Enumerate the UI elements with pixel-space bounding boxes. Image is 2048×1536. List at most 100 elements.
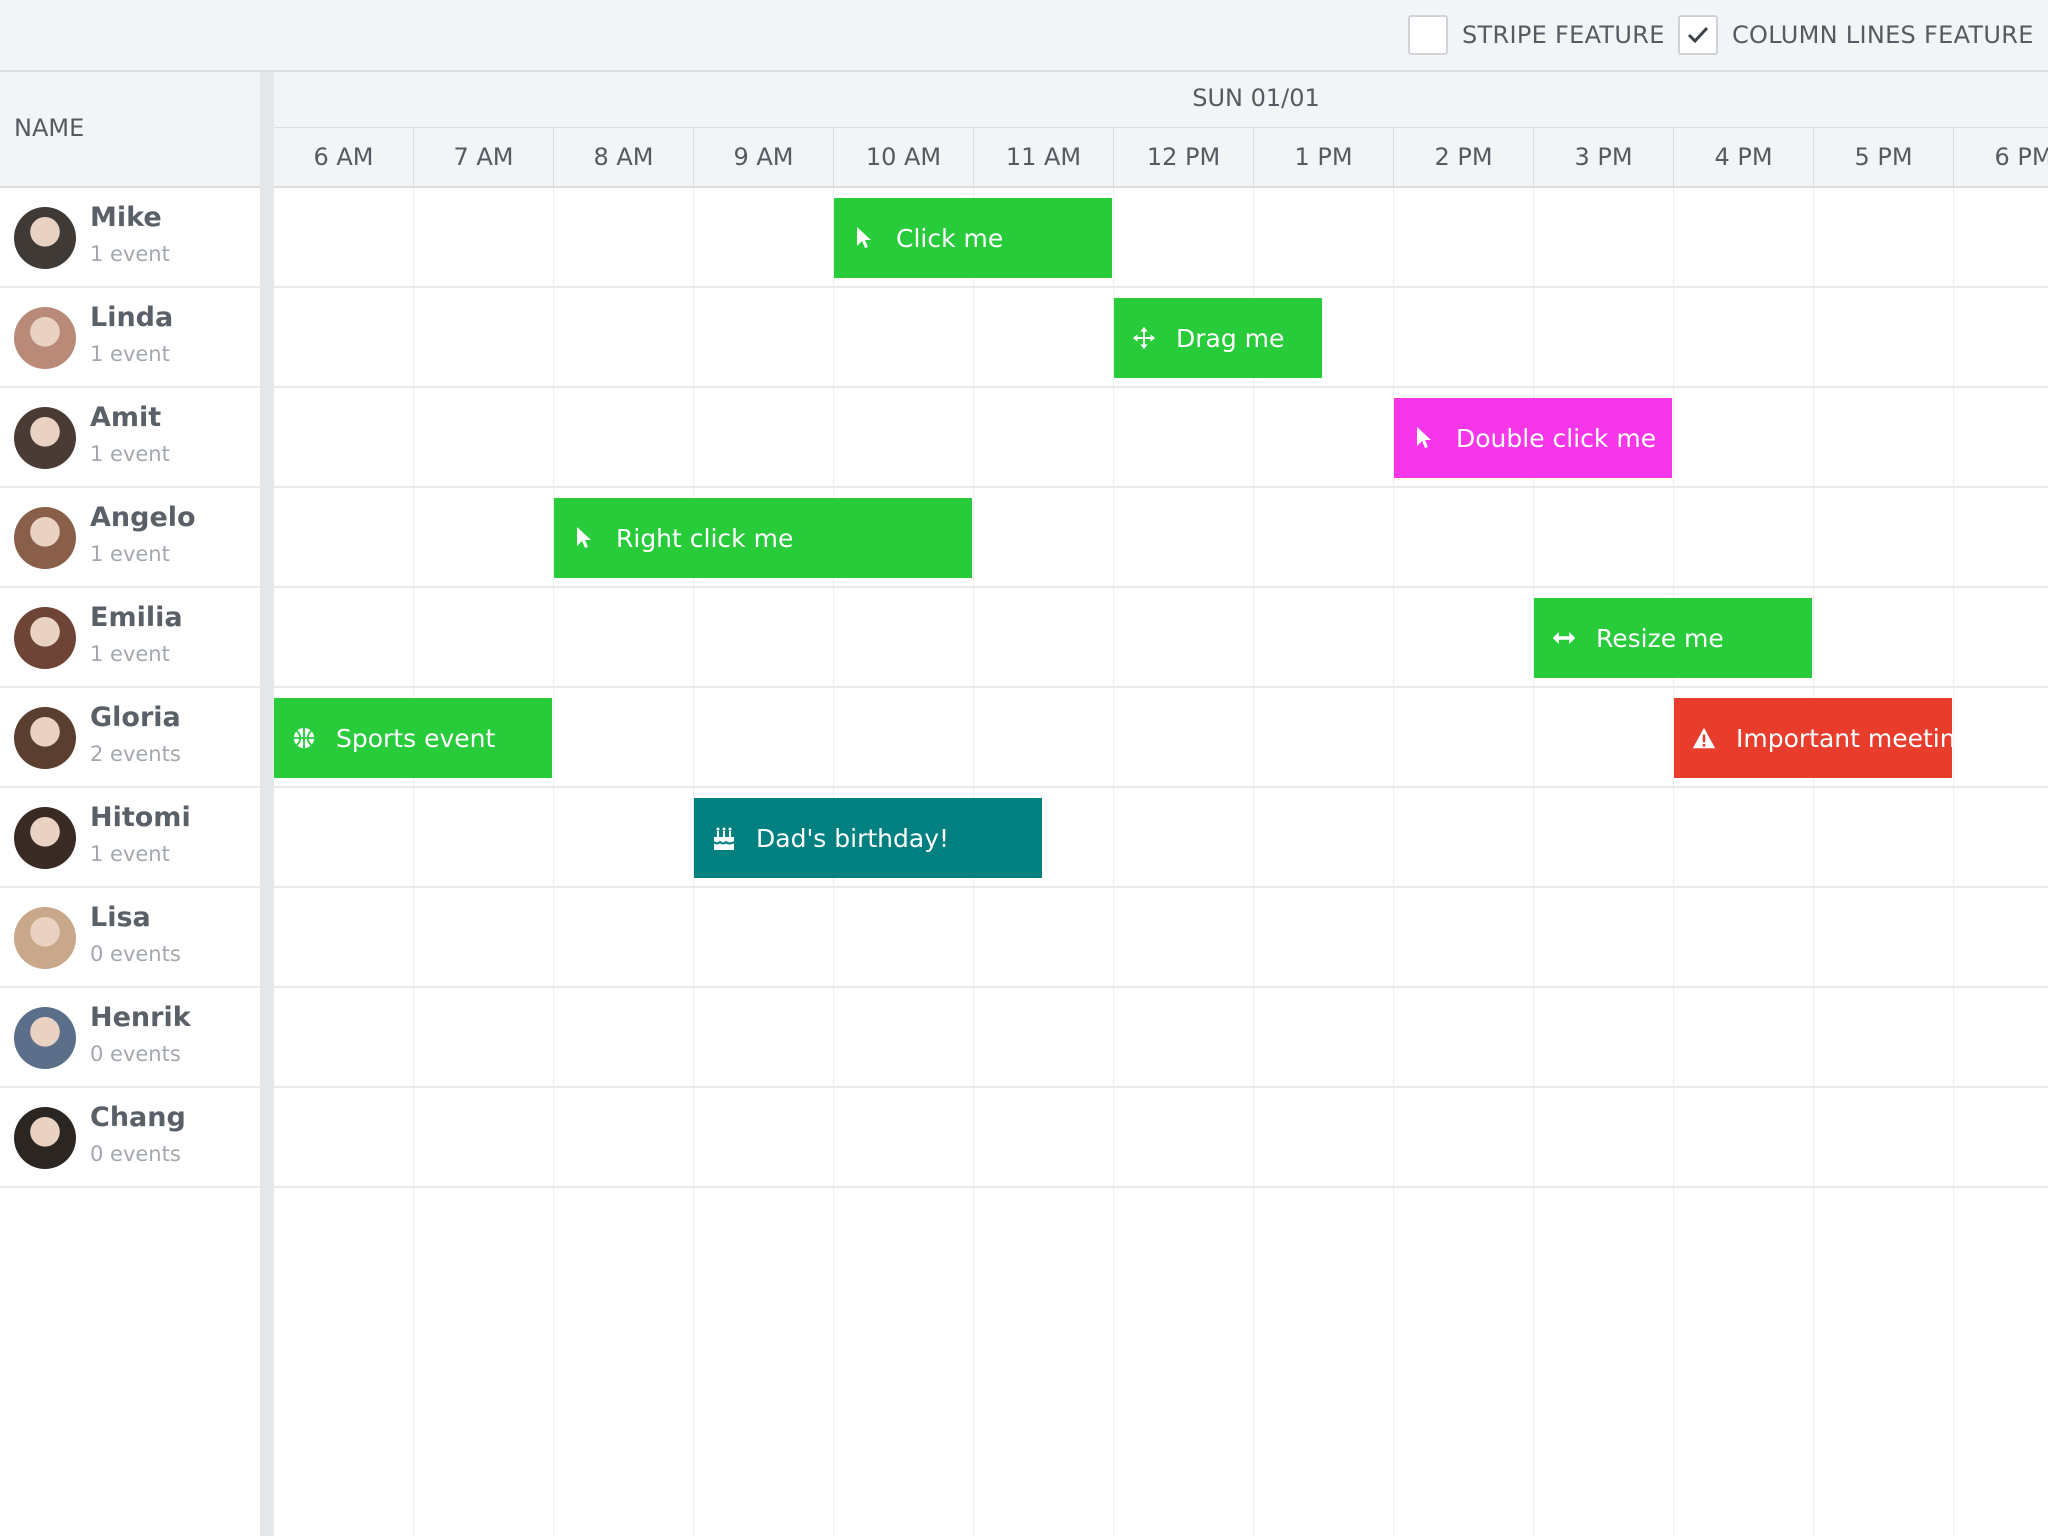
event-name: Sports event (336, 723, 496, 753)
event-name: Right click me (616, 523, 794, 553)
row-line (274, 586, 2048, 588)
timeaxis-header: SUN 01/01 6 AM 7 AM 8 AM 9 AM 10 AM 11 AM 12 P… (274, 72, 2048, 188)
event-name: Resize me (1596, 623, 1724, 653)
row-line (274, 686, 2048, 688)
resource-event-count: 1 event (90, 642, 170, 666)
resource-name: Linda (90, 302, 174, 333)
pointer-icon (1412, 426, 1436, 450)
event-name: Drag me (1176, 323, 1285, 353)
column-line (1253, 188, 1254, 1536)
resource-row[interactable]: Mike 1 event (0, 188, 260, 288)
avatar (14, 907, 76, 969)
column-line (1813, 188, 1814, 1536)
name-column-header[interactable]: NAME (0, 72, 260, 188)
resource-row[interactable]: Gloria 2 events (0, 688, 260, 788)
event-bar[interactable]: Double click me (1394, 398, 1672, 478)
resource-row[interactable]: Henrik 0 events (0, 988, 260, 1088)
resource-name: Henrik (90, 1002, 191, 1033)
resource-name: Lisa (90, 902, 151, 933)
resource-row[interactable]: Chang 0 events (0, 1088, 260, 1188)
avatar (14, 1007, 76, 1069)
avatar (14, 207, 76, 269)
column-lines-feature-checkbox[interactable] (1678, 15, 1718, 55)
timeaxis-tick: 4 PM (1674, 128, 1814, 186)
column-line (1113, 188, 1114, 1536)
timeaxis-tick: 10 AM (834, 128, 974, 186)
column-line (553, 188, 554, 1536)
resource-row[interactable]: Linda 1 event (0, 288, 260, 388)
resource-name: Gloria (90, 702, 181, 733)
row-line (274, 486, 2048, 488)
row-line (274, 1086, 2048, 1088)
event-bar[interactable]: Drag me (1114, 298, 1322, 378)
resource-event-count: 1 event (90, 342, 170, 366)
event-bar[interactable]: Sports event (274, 698, 552, 778)
avatar (14, 307, 76, 369)
event-bar[interactable]: Important meeting (1674, 698, 1952, 778)
resource-row[interactable]: Lisa 0 events (0, 888, 260, 988)
stripe-feature-label[interactable]: STRIPE FEATURE (1462, 21, 1665, 49)
timeaxis-tick: 11 AM (974, 128, 1114, 186)
avatar (14, 1107, 76, 1169)
resource-row[interactable]: Emilia 1 event (0, 588, 260, 688)
column-line (413, 188, 414, 1536)
pointer-icon (572, 526, 596, 550)
timeaxis-tick: 8 AM (554, 128, 694, 186)
resource-name: Hitomi (90, 802, 191, 833)
resource-name: Emilia (90, 602, 183, 633)
event-name: Double click me (1456, 423, 1657, 453)
timeaxis-date-row: SUN 01/01 (274, 72, 2048, 128)
move-icon (1132, 326, 1156, 350)
resource-event-count: 0 events (90, 942, 181, 966)
schedule-body[interactable]: Click me Drag me Double click me Right clic… (274, 188, 2048, 1536)
grid-splitter[interactable] (260, 72, 274, 1536)
resource-row[interactable]: Angelo 1 event (0, 488, 260, 588)
stripe-feature-checkbox[interactable] (1408, 15, 1448, 55)
event-bar[interactable]: Dad's birthday! (694, 798, 1042, 878)
event-name: Click me (896, 223, 1004, 253)
timeaxis-tick: 12 PM (1114, 128, 1254, 186)
event-bar[interactable]: Resize me (1534, 598, 1812, 678)
resource-event-count: 1 event (90, 542, 170, 566)
event-bar[interactable]: Right click me (554, 498, 972, 578)
column-lines-feature-toggle[interactable]: COLUMN LINES FEATURE (1678, 14, 2034, 56)
timeaxis-tick: 2 PM (1394, 128, 1534, 186)
resource-name: Amit (90, 402, 162, 433)
column-line (1953, 188, 1954, 1536)
resource-event-count: 1 event (90, 842, 170, 866)
resource-event-count: 0 events (90, 1142, 181, 1166)
column-line (1533, 188, 1534, 1536)
row-line (274, 1186, 2048, 1188)
column-line (1393, 188, 1394, 1536)
resource-event-count: 2 events (90, 742, 181, 766)
timeaxis-tick: 5 PM (1814, 128, 1954, 186)
avatar (14, 707, 76, 769)
resource-row[interactable]: Amit 1 event (0, 388, 260, 488)
resource-event-count: 0 events (90, 1042, 181, 1066)
avatar (14, 607, 76, 669)
warning-icon (1692, 726, 1716, 750)
basketball-icon (292, 726, 316, 750)
avatar (14, 507, 76, 569)
timeaxis-date-label: SUN 01/01 (1192, 84, 1320, 112)
column-lines-feature-label[interactable]: COLUMN LINES FEATURE (1732, 21, 2034, 49)
stripe-feature-toggle[interactable]: STRIPE FEATURE (1408, 14, 1665, 56)
row-line (274, 286, 2048, 288)
row-line (274, 786, 2048, 788)
resource-grid: Mike 1 event Linda 1 event Amit 1 event Angelo… (0, 188, 260, 1188)
resource-row[interactable]: Hitomi 1 event (0, 788, 260, 888)
timeaxis-tick: 1 PM (1254, 128, 1394, 186)
name-column-header-label: NAME (14, 114, 85, 142)
timeaxis-tick: 6 AM (274, 128, 414, 186)
resize-icon (1552, 626, 1576, 650)
toolbar: STRIPE FEATURE COLUMN LINES FEATURE (0, 0, 2048, 72)
resource-event-count: 1 event (90, 442, 170, 466)
pointer-icon (852, 226, 876, 250)
timeaxis-tick: 9 AM (694, 128, 834, 186)
row-line (274, 886, 2048, 888)
timeaxis-tick: 3 PM (1534, 128, 1674, 186)
event-bar[interactable]: Click me (834, 198, 1112, 278)
resource-name: Chang (90, 1102, 186, 1133)
resource-event-count: 1 event (90, 242, 170, 266)
avatar (14, 407, 76, 469)
